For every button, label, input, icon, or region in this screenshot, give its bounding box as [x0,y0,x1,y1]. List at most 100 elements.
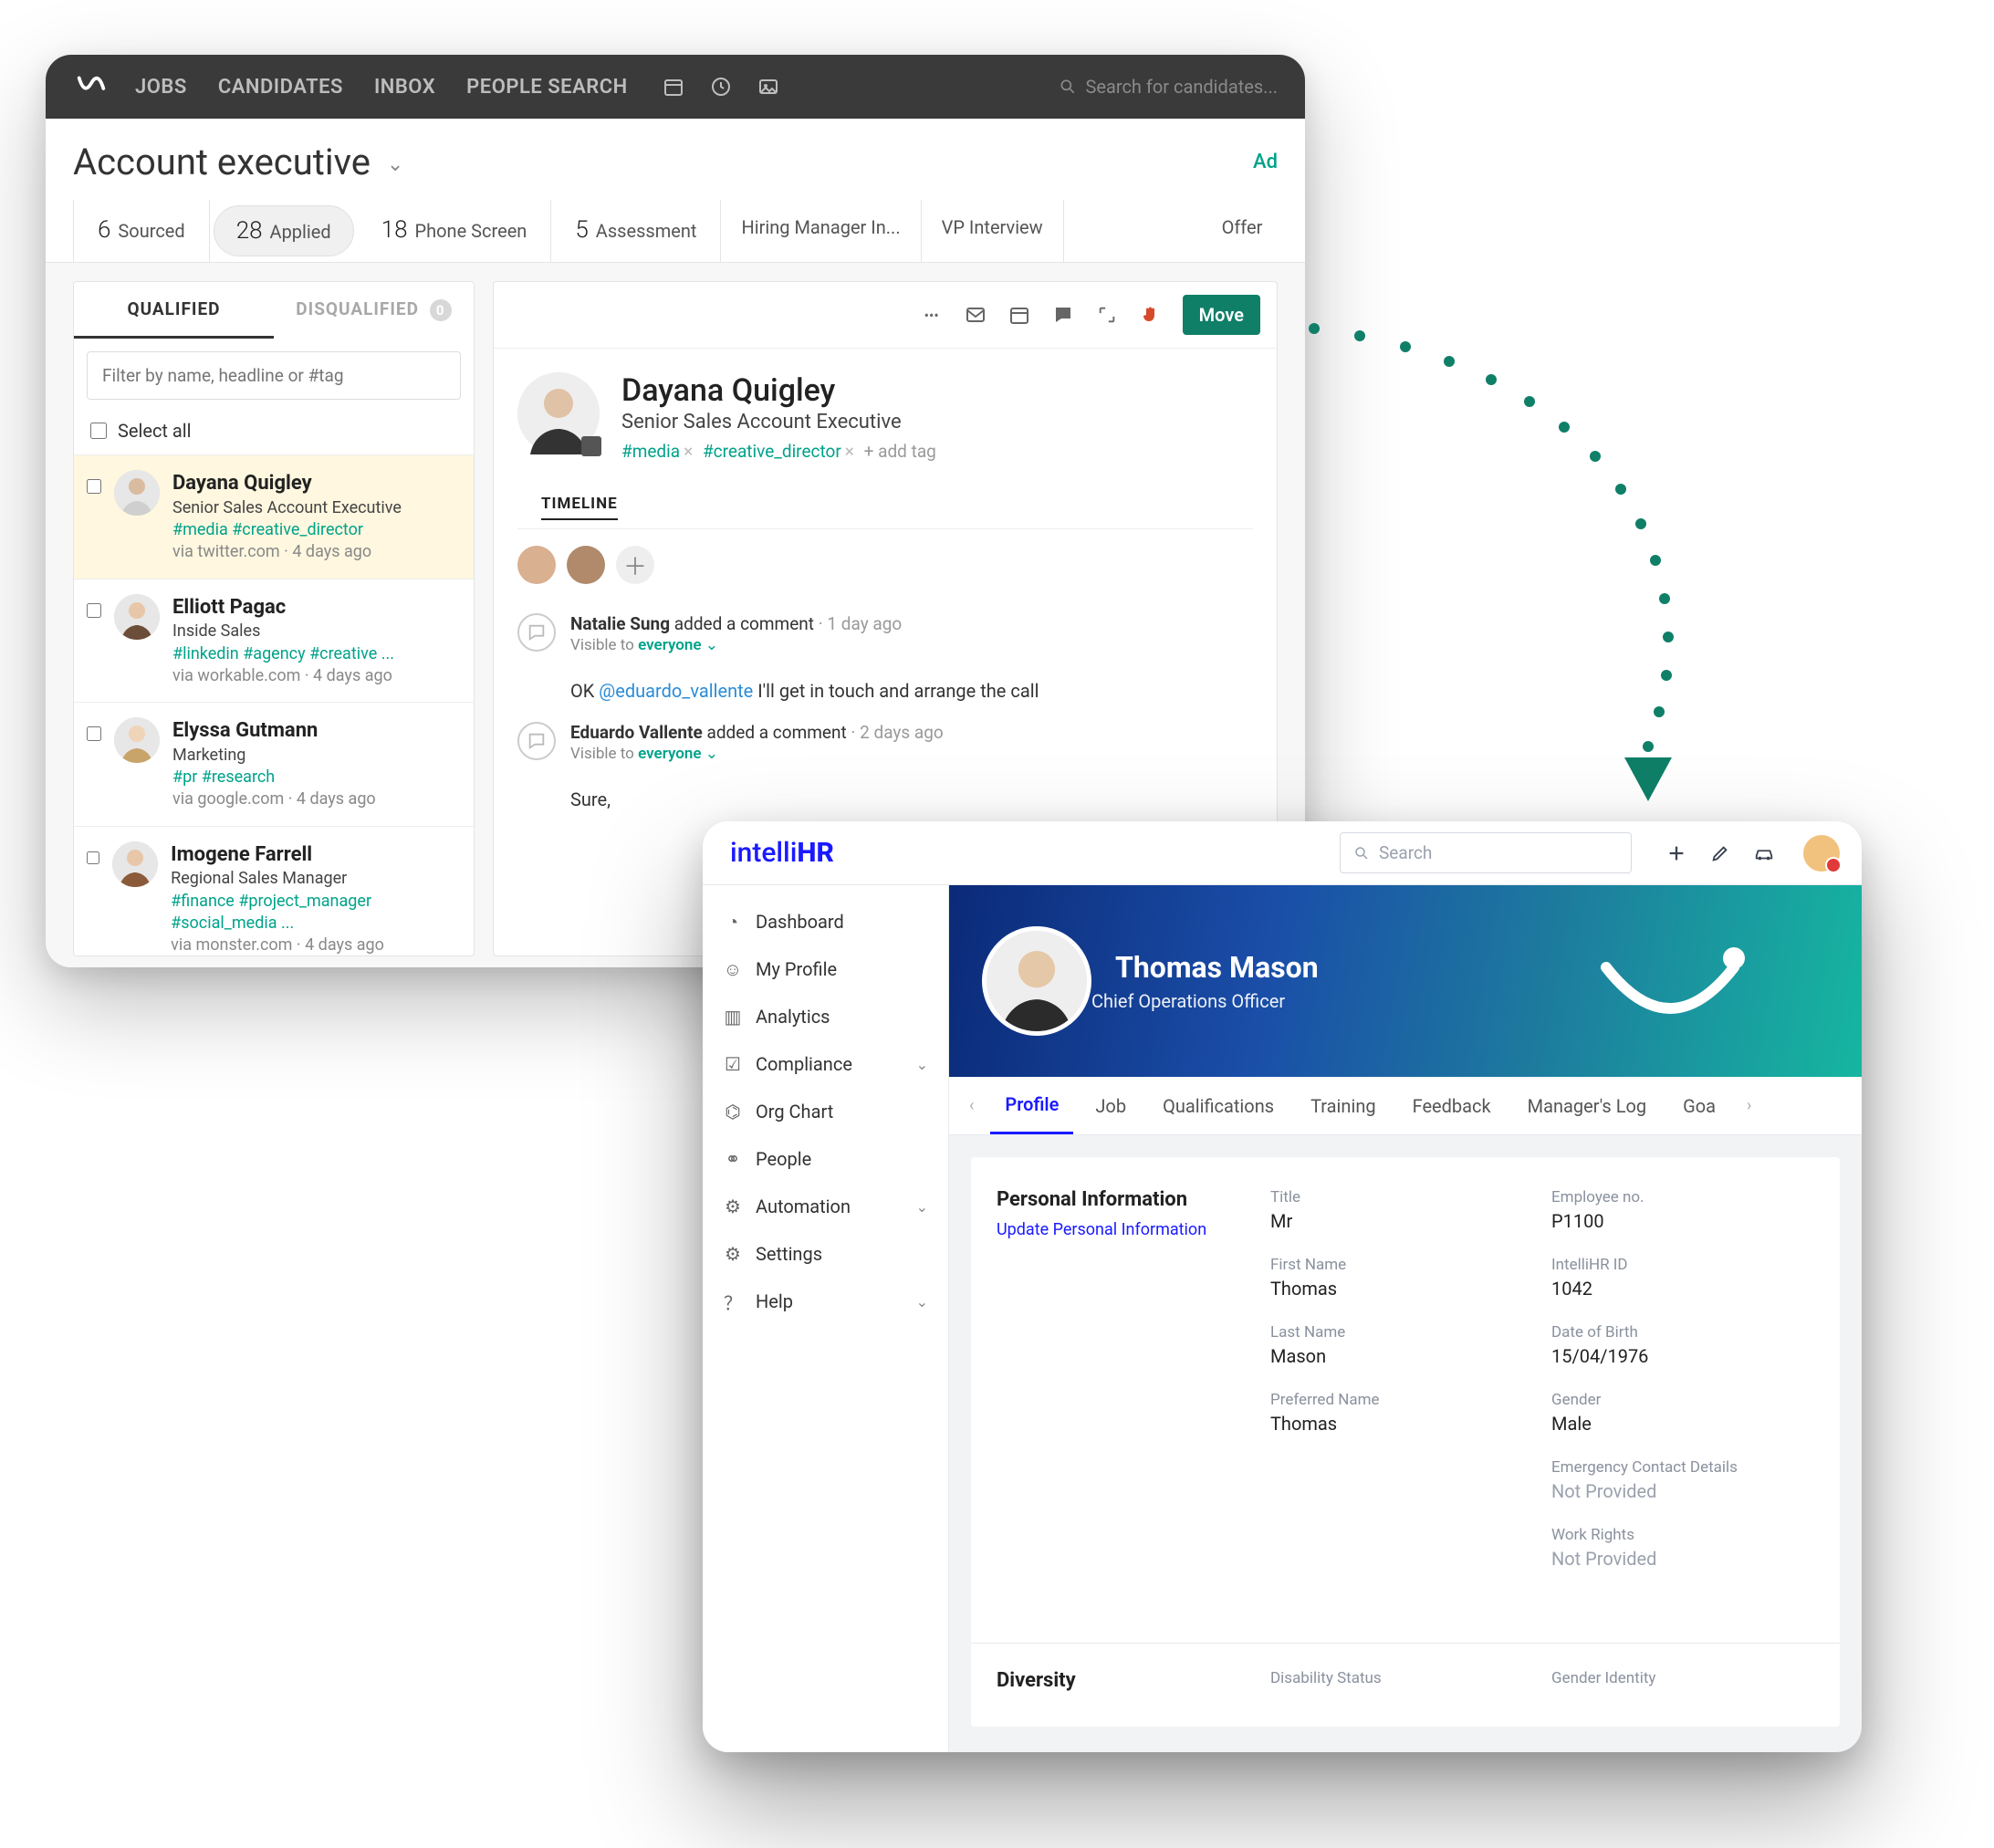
stage-count: 6 [98,216,110,244]
candidate-info: Elyssa Gutmann Marketing #pr #research v… [172,717,376,811]
hand-stop-icon[interactable] [1139,303,1163,327]
add-tag-button[interactable]: + add tag [864,441,936,462]
field-label: Gender Identity [1551,1669,1814,1701]
move-button[interactable]: Move [1183,295,1260,335]
current-user-avatar[interactable] [1803,835,1840,872]
sidebar-item-settings[interactable]: ⚙Settings [703,1230,948,1278]
field-label: Title [1270,1188,1533,1206]
tab-feedback[interactable]: Feedback [1398,1079,1506,1133]
stage-offer[interactable]: Offer [1195,200,1305,262]
email-icon[interactable] [964,303,987,327]
comment-text: OK [570,680,599,702]
field-label: Last Name [1270,1323,1533,1342]
stage-applied[interactable]: 28Applied [214,205,354,256]
select-all-row[interactable]: Select all [74,412,474,455]
select-all-checkbox[interactable] [90,423,107,439]
profile-tag[interactable]: #creative_director [703,441,841,462]
field-value: 15/04/1976 [1551,1345,1814,1367]
candidate-title: Regional Sales Manager [171,868,461,890]
tab-scroll-right[interactable]: › [1738,1085,1760,1126]
more-icon[interactable]: ••• [920,303,944,327]
field-value: 1042 [1551,1278,1814,1300]
tab-goals[interactable]: Goa [1668,1079,1730,1133]
visibility-prefix: Visible to [570,745,638,763]
tab-disqualified[interactable]: DISQUALIFIED 0 [274,282,474,339]
sidebar-item-my-profile[interactable]: ☺My Profile [703,945,948,993]
stage-vp-interview[interactable]: VP Interview [922,200,1064,262]
car-icon[interactable] [1752,841,1776,865]
job-title[interactable]: Account executive ⌄ [73,141,403,183]
candidate-checkbox[interactable] [87,726,101,741]
profile-name: Dayana Quigley [621,372,936,409]
sidebar-item-dashboard[interactable]: ◔Dashboard [703,898,948,945]
nav-jobs[interactable]: JOBS [135,76,187,99]
remove-tag-icon[interactable]: × [684,441,693,462]
sidebar-item-analytics[interactable]: ▥Analytics [703,993,948,1040]
topnav-icons [663,76,779,98]
nav-candidates[interactable]: CANDIDATES [218,76,343,99]
stage-phone-screen[interactable]: 18Phone Screen [358,200,552,262]
stage-sourced[interactable]: 6Sourced [73,200,210,262]
intelli-search[interactable]: Search [1340,832,1632,873]
candidate-row[interactable]: Imogene Farrell Regional Sales Manager #… [74,827,474,967]
participant-avatar[interactable] [567,546,605,584]
candidate-meta: via twitter.com · 4 days ago [172,541,402,563]
sidebar-label: My Profile [756,958,837,980]
nav-inbox[interactable]: INBOX [374,76,435,99]
update-personal-link[interactable]: Update Personal Information [997,1220,1252,1239]
hero-avatar [982,926,1091,1036]
image-icon[interactable] [757,76,779,98]
calendar-icon[interactable] [1007,303,1031,327]
tab-profile[interactable]: Profile [990,1077,1073,1134]
comment-icon[interactable] [1051,303,1075,327]
comment-visibility[interactable]: Visible to everyone ⌄ [570,745,944,763]
expand-icon[interactable] [1095,303,1119,327]
personal-info-left: Personal Information Update Personal Inf… [997,1188,1252,1617]
comment-visibility[interactable]: Visible to everyone ⌄ [570,636,902,654]
tab-scroll-left[interactable]: ‹ [960,1085,983,1126]
plus-icon[interactable] [1665,841,1688,865]
tab-qualifications[interactable]: Qualifications [1148,1079,1289,1133]
tab-managers-log[interactable]: Manager's Log [1513,1079,1661,1133]
candidate-name: Imogene Farrell [171,841,461,869]
sidebar-item-automation[interactable]: ⚙Automation⌄ [703,1183,948,1230]
mention[interactable]: @eduardo_vallente [599,680,753,702]
sidebar-item-help[interactable]: ？Help⌄ [703,1278,948,1325]
tab-training[interactable]: Training [1296,1079,1391,1133]
timeline-tab[interactable]: TIMELINE [541,495,618,520]
add-button[interactable]: Ad [1253,151,1278,173]
field-label: Date of Birth [1551,1323,1814,1342]
candidate-row[interactable]: Dayana Quigley Senior Sales Account Exec… [74,455,474,579]
sidebar-item-org-chart[interactable]: ⌬Org Chart [703,1088,948,1135]
sidebar-item-compliance[interactable]: ☑Compliance⌄ [703,1040,948,1088]
nav-people-search[interactable]: PEOPLE SEARCH [466,76,628,99]
edit-icon[interactable] [1708,841,1732,865]
stage-assessment[interactable]: 5Assessment [551,200,721,262]
calendar-icon[interactable] [663,76,684,98]
global-search[interactable]: Search for candidates... [1059,76,1278,98]
stage-hiring-manager[interactable]: Hiring Manager In... [721,200,921,262]
participant-avatar[interactable] [517,546,556,584]
candidate-checkbox[interactable] [87,479,101,494]
remove-tag-icon[interactable]: × [845,441,854,462]
section-title: Personal Information [997,1188,1252,1211]
filter-input[interactable] [87,351,461,400]
field: Emergency Contact DetailsNot Provided [1551,1458,1814,1502]
profile-tag[interactable]: #media [621,441,680,462]
profile-header: Dayana Quigley Senior Sales Account Exec… [494,349,1277,471]
filter-wrapper [87,351,461,400]
add-participant-button[interactable]: ＋ [616,546,654,584]
tab-qualified[interactable]: QUALIFIED [74,282,274,339]
candidate-row[interactable]: Elliott Pagac Inside Sales #linkedin #ag… [74,579,474,704]
clock-icon[interactable] [710,76,732,98]
intelli-main: Thomas Mason Chief Operations Officer ‹ … [949,885,1862,1752]
candidate-checkbox[interactable] [87,851,99,865]
candidate-checkbox[interactable] [87,603,101,618]
sidebar-label: Help [756,1290,793,1312]
job-title-text: Account executive [73,141,371,183]
hero-title: Chief Operations Officer [1091,990,1319,1012]
candidate-row[interactable]: Elyssa Gutmann Marketing #pr #research v… [74,703,474,827]
sidebar-item-people[interactable]: ⚭People [703,1135,948,1183]
automation-icon: ⚙ [723,1196,743,1216]
tab-job[interactable]: Job [1081,1079,1141,1133]
